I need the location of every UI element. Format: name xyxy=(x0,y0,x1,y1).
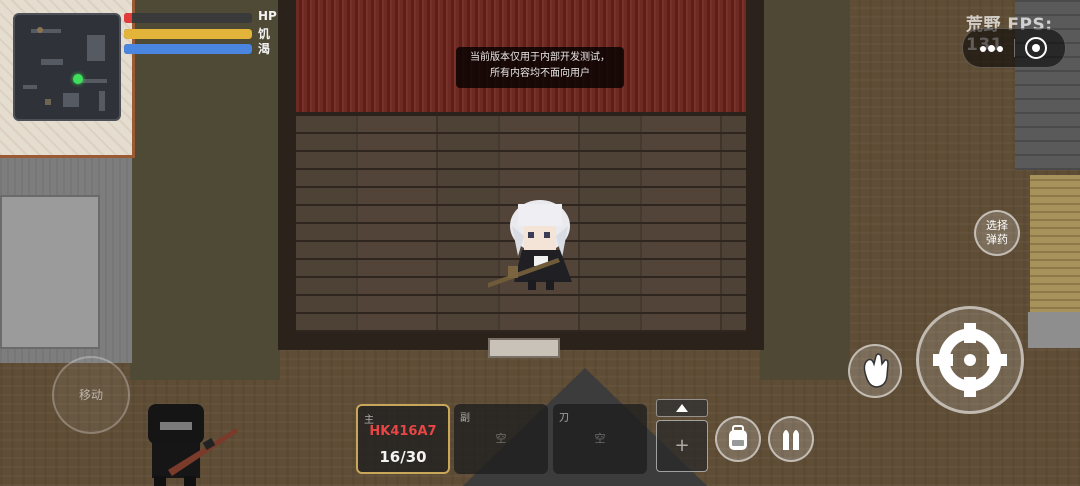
backpack-icon xyxy=(729,425,747,450)
primary-weapon-ammo: 16/30 xyxy=(379,448,427,466)
ammo-button[interactable] xyxy=(768,416,814,462)
hunger-fill xyxy=(124,29,252,39)
crosshair-icon xyxy=(933,323,1007,397)
secondary-weapon-slot[interactable]: 副 空 xyxy=(454,404,548,474)
miniprogram-capsule xyxy=(962,28,1066,68)
hunger-bar xyxy=(124,29,252,39)
more-icon[interactable] xyxy=(973,35,1009,61)
primary-weapon-slot[interactable]: 主 HK416A7 16/30 xyxy=(356,404,450,474)
chevron-up-icon xyxy=(676,404,688,412)
left-floor-panel xyxy=(0,195,100,349)
hand-icon xyxy=(863,353,889,388)
backpack-button[interactable] xyxy=(715,416,761,462)
secondary-slot-tag: 副 xyxy=(460,413,470,424)
dev-test-notice: 当前版本仅用于内部开发测试， 所有内容均不面向用户 xyxy=(456,47,624,88)
minimap-wall xyxy=(41,59,63,65)
house-door[interactable] xyxy=(488,338,560,358)
select-ammo-button[interactable]: 选择弹药 xyxy=(974,210,1020,256)
knife-slot-tag: 刀 xyxy=(559,413,569,424)
plus-icon: + xyxy=(674,435,690,456)
target-icon[interactable] xyxy=(1025,37,1047,59)
minimap-wall xyxy=(31,29,61,33)
expand-slots-button[interactable] xyxy=(656,399,708,417)
minimap-wall xyxy=(63,93,79,107)
notice-line-1: 当前版本仅用于内部开发测试， xyxy=(470,52,610,63)
hp-label: HP xyxy=(258,9,277,23)
minimap-wall xyxy=(99,91,105,111)
minimap-marker xyxy=(37,27,43,33)
minimap-wall xyxy=(23,85,37,89)
move-joystick[interactable]: 移动 xyxy=(52,356,130,434)
minimap[interactable] xyxy=(13,13,121,121)
capsule-divider xyxy=(1014,39,1015,57)
primary-weapon-name: HK416A7 xyxy=(369,424,437,439)
hp-stat: HP xyxy=(124,9,284,24)
right-stone-base xyxy=(1028,312,1080,348)
hunger-stat: 饥 xyxy=(124,27,284,41)
thirst-bar xyxy=(124,44,252,54)
knife-slot[interactable]: 刀 空 xyxy=(553,404,647,474)
move-label: 移动 xyxy=(78,388,103,402)
grass-ground xyxy=(130,0,280,380)
minimap-wall xyxy=(81,79,107,83)
enemy-character xyxy=(148,404,238,486)
grass-ground-right xyxy=(760,0,850,380)
add-item-slot[interactable]: + xyxy=(656,420,708,472)
notice-line-2: 所有内容均不面向用户 xyxy=(490,68,590,79)
right-wood-wall xyxy=(1030,175,1080,315)
player-character xyxy=(488,200,572,290)
interact-button[interactable] xyxy=(848,344,902,398)
hp-bar xyxy=(124,13,252,23)
select-ammo-label: 选择弹药 xyxy=(986,219,1008,246)
secondary-slot-empty: 空 xyxy=(495,432,507,445)
hp-fill xyxy=(124,13,132,23)
minimap-marker xyxy=(45,99,51,105)
thirst-stat: 渴 xyxy=(124,42,284,56)
knife-slot-empty: 空 xyxy=(594,432,606,445)
thirst-label: 渴 xyxy=(258,42,271,56)
thirst-fill xyxy=(124,44,252,54)
fire-button[interactable] xyxy=(916,306,1024,414)
bullets-icon xyxy=(783,430,799,450)
minimap-wall xyxy=(87,35,105,61)
minimap-player-dot xyxy=(73,74,83,84)
